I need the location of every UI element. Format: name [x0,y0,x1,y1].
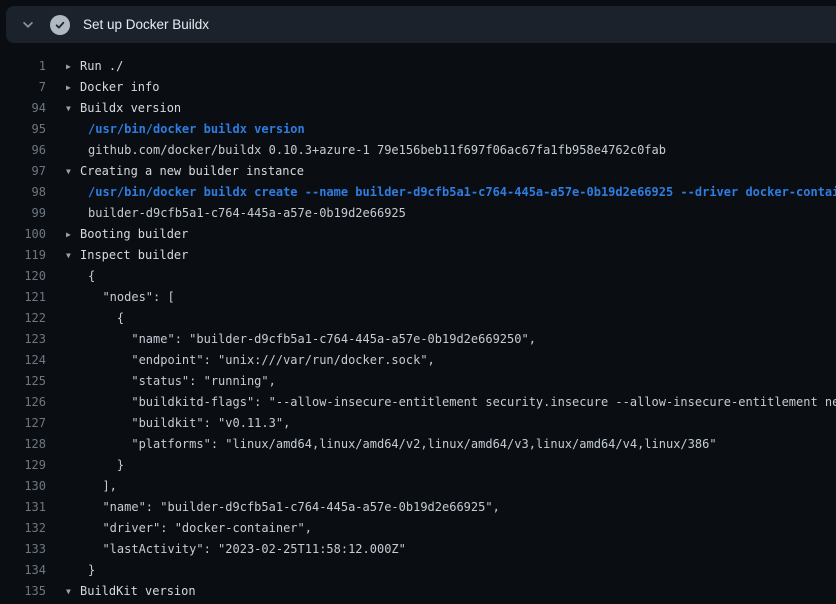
line-number[interactable]: 134 [0,560,46,581]
step-title: Set up Docker Buildx [83,17,209,32]
line-number[interactable]: 100 [0,224,46,245]
log-line: 130 ], [0,476,836,497]
log-line: 125 "status": "running", [0,371,836,392]
line-number[interactable]: 125 [0,371,46,392]
log-line: 121 "nodes": [ [0,287,836,308]
log-text: /usr/bin/docker buildx version [88,119,305,140]
log-line: 133 "lastActivity": "2023-02-25T11:58:12… [0,539,836,560]
line-number[interactable]: 133 [0,539,46,560]
triangle-right-icon[interactable]: ▶ [66,224,80,245]
group-title[interactable]: Docker info [80,80,159,94]
line-number[interactable]: 131 [0,497,46,518]
line-number[interactable]: 96 [0,140,46,161]
log-text: "buildkitd-flags": "--allow-insecure-ent… [88,392,836,413]
log-line: 129 } [0,455,836,476]
log-line: 123 "name": "builder-d9cfb5a1-c764-445a-… [0,329,836,350]
triangle-right-icon[interactable]: ▶ [66,56,80,77]
log-text: "name": "builder-d9cfb5a1-c764-445a-a57e… [88,329,536,350]
log-text: /usr/bin/docker buildx create --name bui… [88,182,836,203]
line-number[interactable]: 99 [0,203,46,224]
log-line: 124 "endpoint": "unix:///var/run/docker.… [0,350,836,371]
line-number[interactable]: 122 [0,308,46,329]
log-line: 100 ▶Booting builder [0,224,836,245]
log-text: "driver": "docker-container", [88,518,312,539]
line-number[interactable]: 119 [0,245,46,266]
line-number[interactable]: 124 [0,350,46,371]
log-line: 98/usr/bin/docker buildx create --name b… [0,182,836,203]
log-group-header[interactable]: ▼Creating a new builder instance [66,161,304,182]
group-title[interactable]: Buildx version [80,101,181,115]
log-line: 94 ▼Buildx version [0,98,836,119]
line-number[interactable]: 126 [0,392,46,413]
log-text: "name": "builder-d9cfb5a1-c764-445a-a57e… [88,497,500,518]
log-text: { [88,266,95,287]
log-line: 96 github.com/docker/buildx 0.10.3+azure-… [0,140,836,161]
line-number[interactable]: 97 [0,161,46,182]
log-group-header[interactable]: ▶Run ./ [66,56,123,77]
log-text: "endpoint": "unix:///var/run/docker.sock… [88,350,435,371]
log-group-header[interactable]: ▼Buildx version [66,98,181,119]
line-number[interactable]: 95 [0,119,46,140]
triangle-down-icon[interactable]: ▼ [66,245,80,266]
line-number[interactable]: 123 [0,329,46,350]
log-line: 119 ▼Inspect builder [0,245,836,266]
log-line: 122 { [0,308,836,329]
log-text: { [88,308,124,329]
log-text: } [88,560,95,581]
line-number[interactable]: 135 [0,581,46,602]
group-title[interactable]: Inspect builder [80,248,188,262]
log-line: 95/usr/bin/docker buildx version [0,119,836,140]
log-line: 7 ▶Docker info [0,77,836,98]
line-number[interactable]: 120 [0,266,46,287]
line-number[interactable]: 128 [0,434,46,455]
triangle-down-icon[interactable]: ▼ [66,581,80,602]
line-number[interactable]: 98 [0,182,46,203]
line-number[interactable]: 129 [0,455,46,476]
line-number[interactable]: 130 [0,476,46,497]
log-text: } [88,455,124,476]
log-text: "status": "running", [88,371,276,392]
log: 1▶Run ./7▶Docker info94▼Buildx version95… [0,43,836,604]
log-line: 132 "driver": "docker-container", [0,518,836,539]
log-text: "lastActivity": "2023-02-25T11:58:12.000… [88,539,406,560]
log-line: 131 "name": "builder-d9cfb5a1-c764-445a-… [0,497,836,518]
log-group-header[interactable]: ▶Booting builder [66,224,188,245]
group-title[interactable]: Run ./ [80,59,123,73]
log-text: builder-d9cfb5a1-c764-445a-a57e-0b19d2e6… [88,203,406,224]
group-title[interactable]: Creating a new builder instance [80,164,304,178]
log-line: 1 ▶Run ./ [0,56,836,77]
log-line: 126 "buildkitd-flags": "--allow-insecure… [0,392,836,413]
line-number[interactable]: 7 [0,77,46,98]
line-number[interactable]: 132 [0,518,46,539]
line-number[interactable]: 127 [0,413,46,434]
group-title[interactable]: Booting builder [80,227,188,241]
log-line: 128 "platforms": "linux/amd64,linux/amd6… [0,434,836,455]
triangle-right-icon[interactable]: ▶ [66,77,80,98]
log-line: 127 "buildkit": "v0.11.3", [0,413,836,434]
line-number[interactable]: 1 [0,56,46,77]
log-line: 135 ▼BuildKit version [0,581,836,602]
triangle-down-icon[interactable]: ▼ [66,161,80,182]
chevron-down-icon[interactable] [20,17,36,33]
triangle-down-icon[interactable]: ▼ [66,98,80,119]
log-line: 134} [0,560,836,581]
log-text: "nodes": [ [88,287,175,308]
log-group-header[interactable]: ▼Inspect builder [66,245,188,266]
log-line: 99 builder-d9cfb5a1-c764-445a-a57e-0b19d2… [0,203,836,224]
log-group-header[interactable]: ▶Docker info [66,77,159,98]
log-text: "platforms": "linux/amd64,linux/amd64/v2… [88,434,717,455]
check-circle-icon [50,15,70,35]
group-title[interactable]: BuildKit version [80,584,196,598]
log-line: 120 { [0,266,836,287]
line-number[interactable]: 94 [0,98,46,119]
line-number[interactable]: 121 [0,287,46,308]
log-text: "buildkit": "v0.11.3", [88,413,290,434]
step-header[interactable]: Set up Docker Buildx [6,6,836,43]
log-text: ], [88,476,117,497]
log-line: 97 ▼Creating a new builder instance [0,161,836,182]
log-text: github.com/docker/buildx 0.10.3+azure-1 … [88,140,666,161]
log-group-header[interactable]: ▼BuildKit version [66,581,196,602]
